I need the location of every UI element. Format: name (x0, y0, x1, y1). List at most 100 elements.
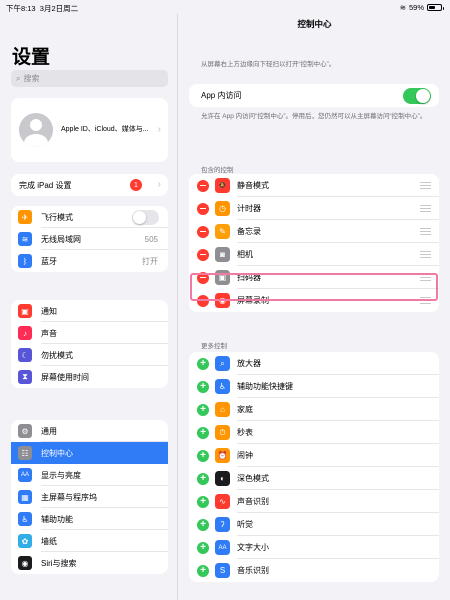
control-label: 相机 (237, 250, 253, 259)
sound-icon: ♪ (18, 326, 32, 340)
more-control-row: + ⏱ 秒表 (189, 421, 439, 444)
app-access-description: 允许在 App 内访问“控制中心”。停用后，您仍然可以从主屏幕访问“控制中心”。 (201, 113, 427, 120)
sidebar-item[interactable]: ⚙ 通用 (11, 420, 168, 442)
reorder-handle-icon[interactable] (420, 205, 431, 214)
sidebar-item-label: 勿扰模式 (41, 350, 73, 360)
app-access-toggle[interactable] (403, 88, 431, 104)
add-button[interactable]: + (197, 541, 209, 554)
included-header: 包含的控制 (201, 167, 234, 174)
intro-text: 从屏幕右上方边缘向下轻扫以打开“控制中心”。 (201, 61, 336, 68)
status-time-date: 下午8:13 3月2日周二 (6, 4, 79, 13)
display-icon: AA (18, 468, 32, 482)
sidebar-item[interactable]: ⧗ 屏幕使用时间 (11, 366, 168, 388)
notification-badge: 1 (130, 179, 142, 191)
ear-icon: ʔ (215, 517, 230, 532)
bluetooth-icon: ᛒ (18, 254, 32, 268)
sidebar-item-value: 打开 (142, 256, 158, 266)
more-control-row: + ⌂ 家庭 (189, 398, 439, 421)
included-control-row: ✎ 备忘录 (189, 220, 439, 243)
sidebar-item-label: 无线局域网 (41, 234, 81, 244)
status-right: ≋ 59% (399, 3, 444, 12)
add-button[interactable]: + (197, 472, 209, 485)
more-control-row: + ◐ 深色模式 (189, 467, 439, 490)
sidebar-title: 设置 (12, 47, 51, 68)
control-label: 音乐识别 (237, 566, 269, 575)
sidebar-item[interactable]: ☷ 控制中心 (11, 442, 168, 464)
finish-ipad-setup[interactable]: 完成 iPad 设置 1 › (11, 174, 168, 196)
sidebar-item-label: 墙纸 (41, 536, 57, 546)
control-label: 辅助功能快捷键 (237, 382, 293, 391)
search-placeholder: 搜索 (23, 74, 40, 83)
included-control-row: 🔕 静音模式 (189, 174, 439, 197)
avatar (19, 113, 53, 147)
control-label: 听觉 (237, 520, 253, 529)
control-label: 深色模式 (237, 474, 269, 483)
control-label: 声音识别 (237, 497, 269, 506)
sidebar-item[interactable]: ☾ 勿扰模式 (11, 344, 168, 366)
chevron-right-icon: › (157, 179, 161, 190)
sidebar-item[interactable]: ᛒ 蓝牙 打开 (11, 250, 168, 272)
settings-sidebar: 设置 ⌕ 搜索 Apple ID、iCloud、媒体与... › 完成 iPad… (0, 14, 178, 600)
connectivity-group: ✈ 飞行模式 ≋ 无线局域网 505 ᛒ 蓝牙 打开 (11, 206, 168, 272)
apple-id-profile[interactable]: Apple ID、iCloud、媒体与... › (11, 98, 168, 162)
remove-button[interactable] (197, 225, 209, 238)
reorder-handle-icon[interactable] (420, 182, 431, 191)
sidebar-item[interactable]: ◉ Siri与搜索 (11, 552, 168, 574)
sidebar-item[interactable]: ♪ 声音 (11, 322, 168, 344)
airplane-icon: ✈ (18, 210, 32, 224)
remove-button[interactable] (197, 179, 209, 192)
home-grid-icon: ▦ (18, 490, 32, 504)
add-button[interactable]: + (197, 380, 209, 393)
app-access-card: App 内访问 (189, 84, 439, 107)
timer-icon: ◷ (215, 201, 230, 216)
sidebar-item[interactable]: ✈ 飞行模式 (11, 206, 168, 228)
remove-button[interactable] (197, 202, 209, 215)
sidebar-item-label: 主屏幕与程序坞 (41, 492, 97, 502)
notifications-group: ▣ 通知 ♪ 声音 ☾ 勿扰模式 ⧗ 屏幕使用时间 (11, 300, 168, 388)
control-center-panel: 控制中心 从屏幕右上方边缘向下轻扫以打开“控制中心”。 App 内访问 允许在 … (179, 14, 450, 600)
add-button[interactable]: + (197, 403, 209, 416)
wifi-status-icon: ≋ (399, 3, 406, 12)
search-icon: ⌕ (16, 73, 21, 83)
remove-button[interactable] (197, 248, 209, 261)
sound-recognition-icon: ∿ (215, 494, 230, 509)
dark-mode-icon: ◐ (215, 471, 230, 486)
sidebar-item[interactable]: ♿ 辅助功能 (11, 508, 168, 530)
highlight-frame (190, 273, 438, 301)
sidebar-item[interactable]: ✿ 墙纸 (11, 530, 168, 552)
add-button[interactable]: + (197, 518, 209, 531)
add-button[interactable]: + (197, 564, 209, 577)
add-button[interactable]: + (197, 449, 209, 462)
sidebar-item[interactable]: ▦ 主屏幕与程序坞 (11, 486, 168, 508)
magnifier-icon: ⌕ (215, 356, 230, 371)
control-label: 文字大小 (237, 543, 269, 552)
sidebar-item[interactable]: ▣ 通知 (11, 300, 168, 322)
moon-icon: ☾ (18, 348, 32, 362)
hourglass-icon: ⧗ (18, 370, 32, 384)
included-control-row: ◙ 相机 (189, 243, 439, 266)
reorder-handle-icon[interactable] (420, 251, 431, 260)
home-icon: ⌂ (215, 402, 230, 417)
sidebar-item[interactable]: ≋ 无线局域网 505 (11, 228, 168, 250)
control-label: 放大器 (237, 359, 261, 368)
sidebar-item-label: 通知 (41, 306, 57, 316)
sidebar-item-label: 蓝牙 (41, 256, 57, 266)
page-title: 控制中心 (297, 19, 332, 29)
reorder-handle-icon[interactable] (420, 228, 431, 237)
add-button[interactable]: + (197, 357, 209, 370)
text-size-icon: AA (215, 540, 230, 555)
included-control-row: ◷ 计时器 (189, 197, 439, 220)
control-label: 备忘录 (237, 227, 261, 236)
airplane-mode-toggle[interactable] (132, 210, 159, 225)
sidebar-item[interactable]: AA 显示与亮度 (11, 464, 168, 486)
add-button[interactable]: + (197, 426, 209, 439)
general-group: ⚙ 通用 ☷ 控制中心 AA 显示与亮度 ▦ 主屏幕与程序坞 ♿ 辅助功能 ✿ 墙纸 ◉ Siri与搜索 (11, 420, 168, 574)
profile-subtitle: Apple ID、iCloud、媒体与... (61, 126, 149, 133)
gear-icon: ⚙ (18, 424, 32, 438)
shazam-icon: S (215, 563, 230, 578)
sidebar-item-label: 控制中心 (41, 448, 73, 458)
battery-icon (427, 4, 444, 11)
sidebar-item-label: 声音 (41, 328, 57, 338)
add-button[interactable]: + (197, 495, 209, 508)
search-input[interactable]: ⌕ 搜索 (11, 70, 168, 87)
